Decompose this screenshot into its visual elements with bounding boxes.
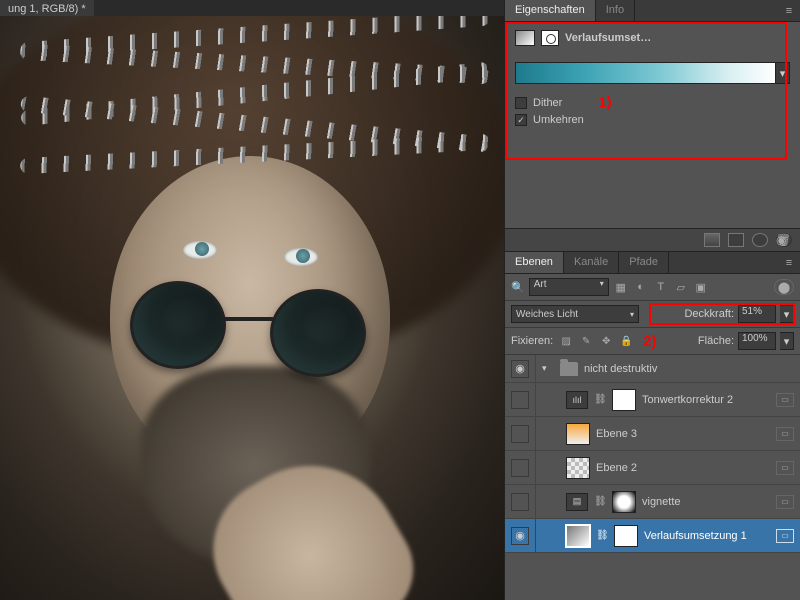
annotation-2: 2) — [643, 333, 656, 350]
filter-toggle[interactable]: ⬤ — [774, 279, 794, 295]
tab-layers[interactable]: Ebenen — [505, 252, 564, 273]
tab-paths[interactable]: Pfade — [619, 252, 669, 273]
filter-search-icon: 🔍 — [511, 281, 525, 294]
lock-all-button[interactable]: 🔒 — [619, 334, 633, 348]
layer-name[interactable]: nicht destruktiv — [584, 363, 794, 375]
filter-type-icon[interactable]: T — [653, 279, 669, 295]
lock-label: Fixieren: — [511, 335, 553, 347]
visibility-toggle[interactable]: ◉ — [511, 527, 529, 545]
layer-row-selected[interactable]: ◉ ⛓ Verlaufsumsetzung 1 ▭ — [505, 519, 800, 553]
lock-pixels-button[interactable]: ✎ — [579, 334, 593, 348]
filter-shape-icon[interactable]: ▱ — [673, 279, 689, 295]
fill-dropdown[interactable]: ▾ — [780, 332, 794, 350]
canvas-image[interactable] — [0, 16, 504, 600]
gradient-map-thumbnail[interactable] — [566, 525, 590, 547]
link-icon[interactable]: ⛓ — [594, 394, 606, 405]
link-icon[interactable]: ⛓ — [596, 530, 608, 541]
layers-panel-menu-button[interactable]: ≡ — [778, 252, 800, 273]
filter-adjustment-icon[interactable]: ◐ — [633, 279, 649, 295]
layer-trailing-icon[interactable]: ▭ — [776, 529, 794, 543]
filter-smart-icon[interactable]: ▣ — [693, 279, 709, 295]
gradient-map-icon — [515, 30, 535, 46]
folder-icon — [560, 362, 578, 376]
document-title: ung 1, RGB/8) * — [8, 3, 86, 15]
opacity-input[interactable]: 51% — [738, 305, 776, 323]
fill-label: Fläche: — [698, 335, 734, 347]
layer-list[interactable]: ◉ ▾ nicht destruktiv ◉ ılıl ⛓ Tonwertkor… — [505, 355, 800, 553]
lock-position-button[interactable]: ✥ — [599, 334, 613, 348]
layer-thumbnail[interactable] — [566, 457, 590, 479]
tab-channels[interactable]: Kanäle — [564, 252, 619, 273]
filter-pixel-icon[interactable]: ▦ — [613, 279, 629, 295]
layer-row[interactable]: ◉ ▤ ⛓ vignette ▭ — [505, 485, 800, 519]
blend-mode-select[interactable]: Weiches Licht▾ — [511, 305, 639, 323]
link-icon[interactable]: ⛓ — [594, 496, 606, 507]
gradient-dropdown[interactable]: ▾ — [776, 62, 790, 84]
layer-mask-thumbnail[interactable] — [612, 389, 636, 411]
visibility-toggle[interactable]: ◉ — [511, 493, 529, 511]
layer-row[interactable]: ◉ Ebene 3 ▭ — [505, 417, 800, 451]
adjustment-name: Verlaufsumset… — [565, 32, 651, 44]
panel-menu-button[interactable]: ≡ — [778, 0, 800, 21]
reset-button[interactable] — [752, 233, 768, 247]
toggle-visibility-button[interactable]: ◉ — [776, 233, 792, 247]
layer-name[interactable]: Tonwertkorrektur 2 — [642, 394, 770, 406]
dither-checkbox[interactable] — [515, 97, 527, 109]
layer-trailing-icon[interactable]: ▭ — [776, 427, 794, 441]
layer-group[interactable]: ◉ ▾ nicht destruktiv — [505, 355, 800, 383]
layer-row[interactable]: ◉ ılıl ⛓ Tonwertkorrektur 2 ▭ — [505, 383, 800, 417]
layer-trailing-icon[interactable]: ▭ — [776, 461, 794, 475]
opacity-label: Deckkraft: — [684, 308, 734, 320]
adjustment-icon: ▤ — [566, 493, 588, 511]
visibility-toggle[interactable]: ◉ — [511, 459, 529, 477]
visibility-toggle[interactable]: ◉ — [511, 360, 529, 378]
layer-name[interactable]: Ebene 2 — [596, 462, 770, 474]
levels-adjustment-icon: ılıl — [566, 391, 588, 409]
layer-name[interactable]: Ebene 3 — [596, 428, 770, 440]
layer-mask-thumbnail[interactable] — [614, 525, 638, 547]
clip-to-layer-button[interactable] — [704, 233, 720, 247]
tab-properties[interactable]: Eigenschaften — [505, 0, 596, 21]
filter-type-select[interactable]: Art ▾ — [529, 278, 609, 296]
layer-mask-icon[interactable] — [541, 30, 559, 46]
layer-row[interactable]: ◉ Ebene 2 ▭ — [505, 451, 800, 485]
visibility-toggle[interactable]: ◉ — [511, 425, 529, 443]
gradient-picker[interactable] — [515, 62, 776, 84]
visibility-toggle[interactable]: ◉ — [511, 391, 529, 409]
layer-trailing-icon[interactable]: ▭ — [776, 393, 794, 407]
layer-mask-thumbnail[interactable] — [612, 491, 636, 513]
fill-input[interactable]: 100% — [738, 332, 776, 350]
reverse-label: Umkehren — [533, 114, 584, 126]
lock-transparency-button[interactable]: ▨ — [559, 334, 573, 348]
layer-thumbnail[interactable] — [566, 423, 590, 445]
group-collapse-toggle[interactable]: ▾ — [542, 363, 554, 374]
layer-name[interactable]: Verlaufsumsetzung 1 — [644, 530, 770, 542]
dither-label: Dither — [533, 97, 562, 109]
annotation-1: 1) — [598, 94, 611, 111]
opacity-dropdown[interactable]: ▾ — [780, 305, 794, 323]
layer-trailing-icon[interactable]: ▭ — [776, 495, 794, 509]
tab-info[interactable]: Info — [596, 0, 635, 21]
layer-name[interactable]: vignette — [642, 496, 770, 508]
reverse-checkbox[interactable] — [515, 114, 527, 126]
view-previous-state-button[interactable] — [728, 233, 744, 247]
